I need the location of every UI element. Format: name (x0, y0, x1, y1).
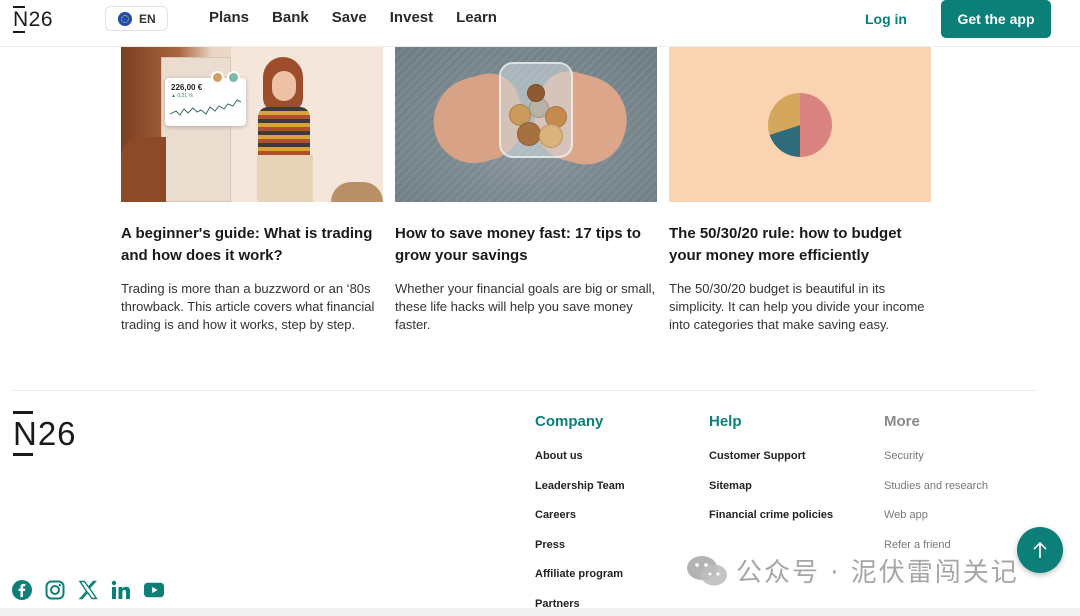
pie-slice-0 (800, 93, 832, 157)
footer-n26-logo[interactable]: N26 (13, 417, 77, 450)
article-card-trading[interactable]: 226,00 € ▲ 0,21 % A beginner's guide: Wh… (121, 47, 383, 334)
pie-chart-icon (768, 93, 832, 157)
wechat-icon (686, 555, 728, 587)
article-excerpt: The 50/30/20 budget is beautiful in its … (669, 281, 925, 332)
youtube-icon[interactable] (144, 580, 164, 600)
article-excerpt: Whether your financial goals are big or … (395, 281, 656, 332)
nav-plans[interactable]: Plans (209, 9, 249, 26)
get-the-app-button[interactable]: Get the app (941, 0, 1051, 38)
coin-icon (227, 71, 240, 84)
footer-column-company: Company About us Leadership Team Careers… (535, 413, 625, 616)
arrow-up-icon (1033, 541, 1047, 558)
login-link[interactable]: Log in (865, 11, 907, 27)
footer-link-sitemap[interactable]: Sitemap (709, 479, 833, 509)
section-divider (12, 390, 1038, 391)
main-nav: Plans Bank Save Invest Learn (209, 9, 497, 26)
nav-invest[interactable]: Invest (390, 9, 433, 26)
instagram-icon[interactable] (45, 580, 65, 600)
article-image-trading[interactable]: 226,00 € ▲ 0,21 % (121, 47, 383, 202)
footer-link-web-app[interactable]: Web app (884, 508, 988, 538)
top-navigation-bar: N26 EN Plans Bank Save Invest Learn Log … (0, 0, 1080, 47)
footer-link-press[interactable]: Press (535, 538, 625, 568)
footer-heading-company: Company (535, 413, 604, 430)
footer-heading-more: More (884, 413, 920, 430)
coin-icon (211, 71, 224, 84)
footer-column-more: More Security Studies and research Web a… (884, 413, 988, 567)
language-label: EN (139, 11, 156, 26)
article-excerpt: Trading is more than a buzzword or an ‘8… (121, 281, 375, 332)
article-card-save-money[interactable]: How to save money fast: 17 tips to grow … (395, 47, 657, 334)
scroll-to-top-button[interactable] (1017, 527, 1063, 573)
logo-text: N26 (13, 5, 54, 33)
portfolio-widget: 226,00 € ▲ 0,21 % (165, 78, 246, 126)
article-title[interactable]: A beginner's guide: What is trading and … (121, 223, 383, 267)
footer-link-security[interactable]: Security (884, 449, 988, 479)
footer-link-financial-crime-policies[interactable]: Financial crime policies (709, 508, 833, 538)
footer-link-careers[interactable]: Careers (535, 508, 625, 538)
language-selector[interactable]: EN (105, 6, 168, 31)
article-card-budget-rule[interactable]: The 50/30/20 rule: how to budget your mo… (669, 47, 931, 334)
x-icon[interactable] (78, 580, 98, 600)
footer-link-studies-research[interactable]: Studies and research (884, 479, 988, 509)
footer-link-affiliate-program[interactable]: Affiliate program (535, 567, 625, 597)
footer-link-leadership-team[interactable]: Leadership Team (535, 479, 625, 509)
logo-text: N26 (13, 415, 77, 452)
nav-bank[interactable]: Bank (272, 9, 309, 26)
sparkline-icon (170, 99, 242, 116)
linkedin-icon[interactable] (111, 580, 131, 600)
article-title[interactable]: The 50/30/20 rule: how to budget your mo… (669, 223, 931, 267)
footer-link-about-us[interactable]: About us (535, 449, 625, 479)
facebook-icon[interactable] (12, 580, 32, 600)
footer-link-customer-support[interactable]: Customer Support (709, 449, 833, 479)
footer-column-help: Help Customer Support Sitemap Financial … (709, 413, 833, 538)
widget-amount: 226,00 € (171, 83, 203, 92)
footer-heading-help: Help (709, 413, 742, 430)
article-title[interactable]: How to save money fast: 17 tips to grow … (395, 223, 657, 267)
nav-learn[interactable]: Learn (456, 9, 497, 26)
watermark-text: 公众号 · 泥伏雷闯关记 (736, 558, 1019, 588)
article-image-savings-jar[interactable] (395, 47, 657, 202)
n26-logo[interactable]: N26 (13, 5, 54, 33)
bottom-edge (0, 608, 1080, 616)
article-image-pie[interactable] (669, 47, 931, 202)
nav-save[interactable]: Save (332, 9, 367, 26)
coin-jar (499, 62, 573, 158)
eu-flag-icon (118, 11, 132, 26)
wechat-watermark: 公众号 · 泥伏雷闯关记 (686, 552, 1019, 589)
social-links (12, 580, 164, 600)
